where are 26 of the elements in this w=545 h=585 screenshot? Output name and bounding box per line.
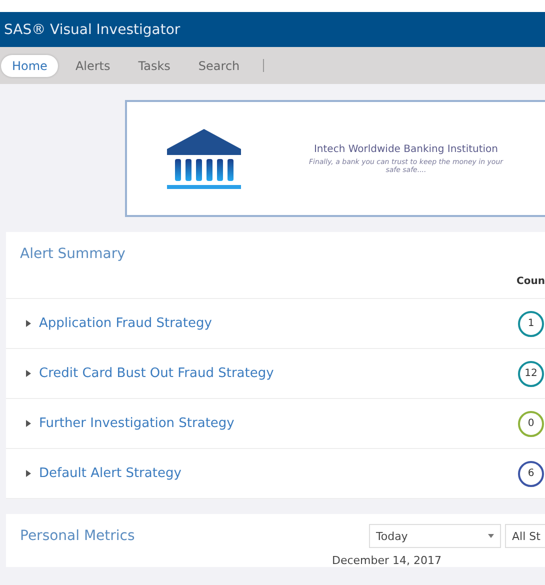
bank-name: Intech Worldwide Banking Institution [314,144,498,154]
count-badge: 12 [518,360,544,386]
section-title: Alert Summary [19,245,126,264]
caret-icon[interactable] [26,320,31,327]
caret-icon[interactable] [26,420,31,427]
bank-icon [165,126,243,190]
strategy-link[interactable]: Application Fraud Strategy [39,316,510,331]
column-header: Coun [516,276,545,289]
date-label: December 14, 2017 [332,554,443,567]
section-title: Personal Metrics [20,528,136,544]
period-dropdown[interactable]: Today [369,524,501,548]
count-badge: 1 [518,310,544,336]
strategy-link[interactable]: Credit Card Bust Out Fraud Strategy [39,366,510,381]
window-title: SAS® Visual Investigator [4,22,180,38]
caret-icon[interactable] [26,370,31,377]
status-dropdown[interactable]: All St [505,524,545,548]
strategy-link[interactable]: Default Alert Strategy [39,466,510,481]
strategy-link[interactable]: Further Investigation Strategy [39,416,510,431]
nav-tab[interactable]: Tasks [127,54,182,76]
caret-icon [488,534,494,538]
nav-tab[interactable]: Home [1,54,58,76]
count-badge: 0 [518,410,544,436]
nav-tab[interactable]: Alerts [64,54,122,76]
caret-icon[interactable] [26,470,31,477]
nav-tab[interactable]: Search [187,54,251,76]
count-badge: 6 [518,460,544,486]
